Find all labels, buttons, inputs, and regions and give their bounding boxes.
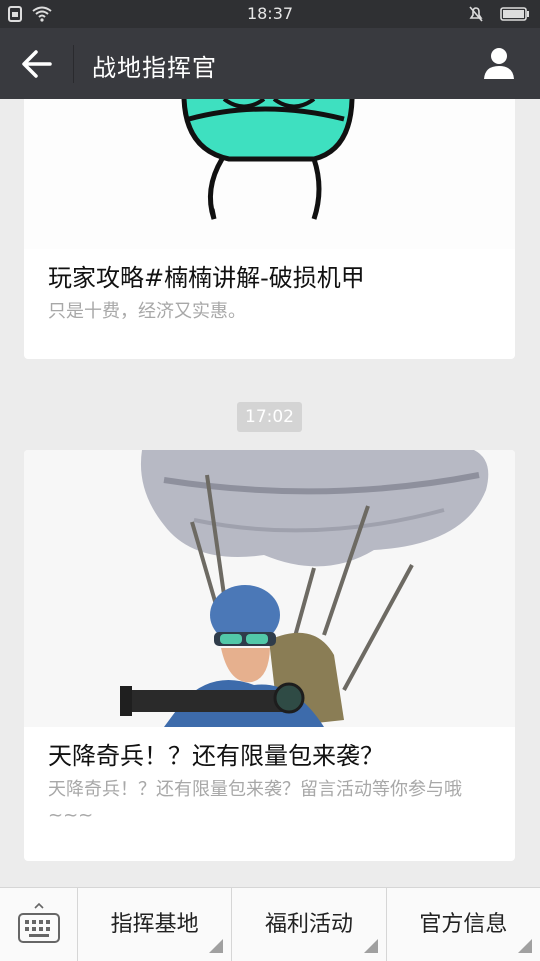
article-card[interactable]: 天降奇兵！？还有限量包来袭？ 天降奇兵！？还有限量包来袭？留言活动等你参与哦~~… bbox=[24, 450, 515, 861]
keyboard-toggle-button[interactable] bbox=[0, 888, 78, 961]
article-title: 玩家攻略#楠楠讲解-破损机甲 bbox=[48, 264, 365, 292]
message-feed[interactable]: 玩家攻略#楠楠讲解-破损机甲 只是十费，经济又实惠。 17:02 天降奇兵！？还… bbox=[0, 99, 540, 887]
notification-muted-icon bbox=[469, 6, 483, 22]
article-description: 只是十费，经济又实惠。 bbox=[48, 301, 246, 322]
time-divider: 17:02 bbox=[237, 402, 302, 432]
article-card[interactable]: 玩家攻略#楠楠讲解-破损机甲 只是十费，经济又实惠。 bbox=[24, 99, 515, 359]
article-cover-image bbox=[24, 99, 515, 249]
profile-icon[interactable] bbox=[482, 46, 516, 80]
status-bar: 18:37 bbox=[0, 0, 540, 28]
back-arrow-icon[interactable] bbox=[20, 48, 54, 80]
article-description: 天降奇兵！？还有限量包来袭？留言活动等你参与哦~~~ bbox=[48, 779, 462, 826]
submenu-indicator-icon bbox=[517, 939, 532, 953]
menu-item-command-base[interactable]: 指挥基地 bbox=[78, 888, 233, 961]
cartoon-illustration bbox=[181, 99, 355, 220]
status-time: 18:37 bbox=[246, 4, 294, 23]
app-header: 战地指挥官 bbox=[0, 28, 540, 99]
menu-item-label: 官方信息 bbox=[419, 912, 508, 937]
page-title: 战地指挥官 bbox=[92, 54, 217, 82]
article-cover-image bbox=[24, 450, 515, 727]
menu-item-label: 指挥基地 bbox=[110, 912, 199, 937]
bottom-menu-bar: 指挥基地 福利活动 官方信息 bbox=[0, 887, 540, 961]
menu-item-label: 福利活动 bbox=[264, 912, 353, 937]
submenu-indicator-icon bbox=[209, 939, 224, 953]
submenu-indicator-icon bbox=[363, 939, 378, 953]
header-divider bbox=[73, 45, 74, 83]
keyboard-icon bbox=[18, 902, 60, 943]
menu-item-welfare-events[interactable]: 福利活动 bbox=[232, 888, 387, 961]
article-title: 天降奇兵！？还有限量包来袭？ bbox=[48, 742, 384, 770]
menu-item-official-info[interactable]: 官方信息 bbox=[387, 888, 540, 961]
paratrooper-illustration bbox=[120, 450, 489, 727]
battery-icon bbox=[500, 7, 529, 21]
